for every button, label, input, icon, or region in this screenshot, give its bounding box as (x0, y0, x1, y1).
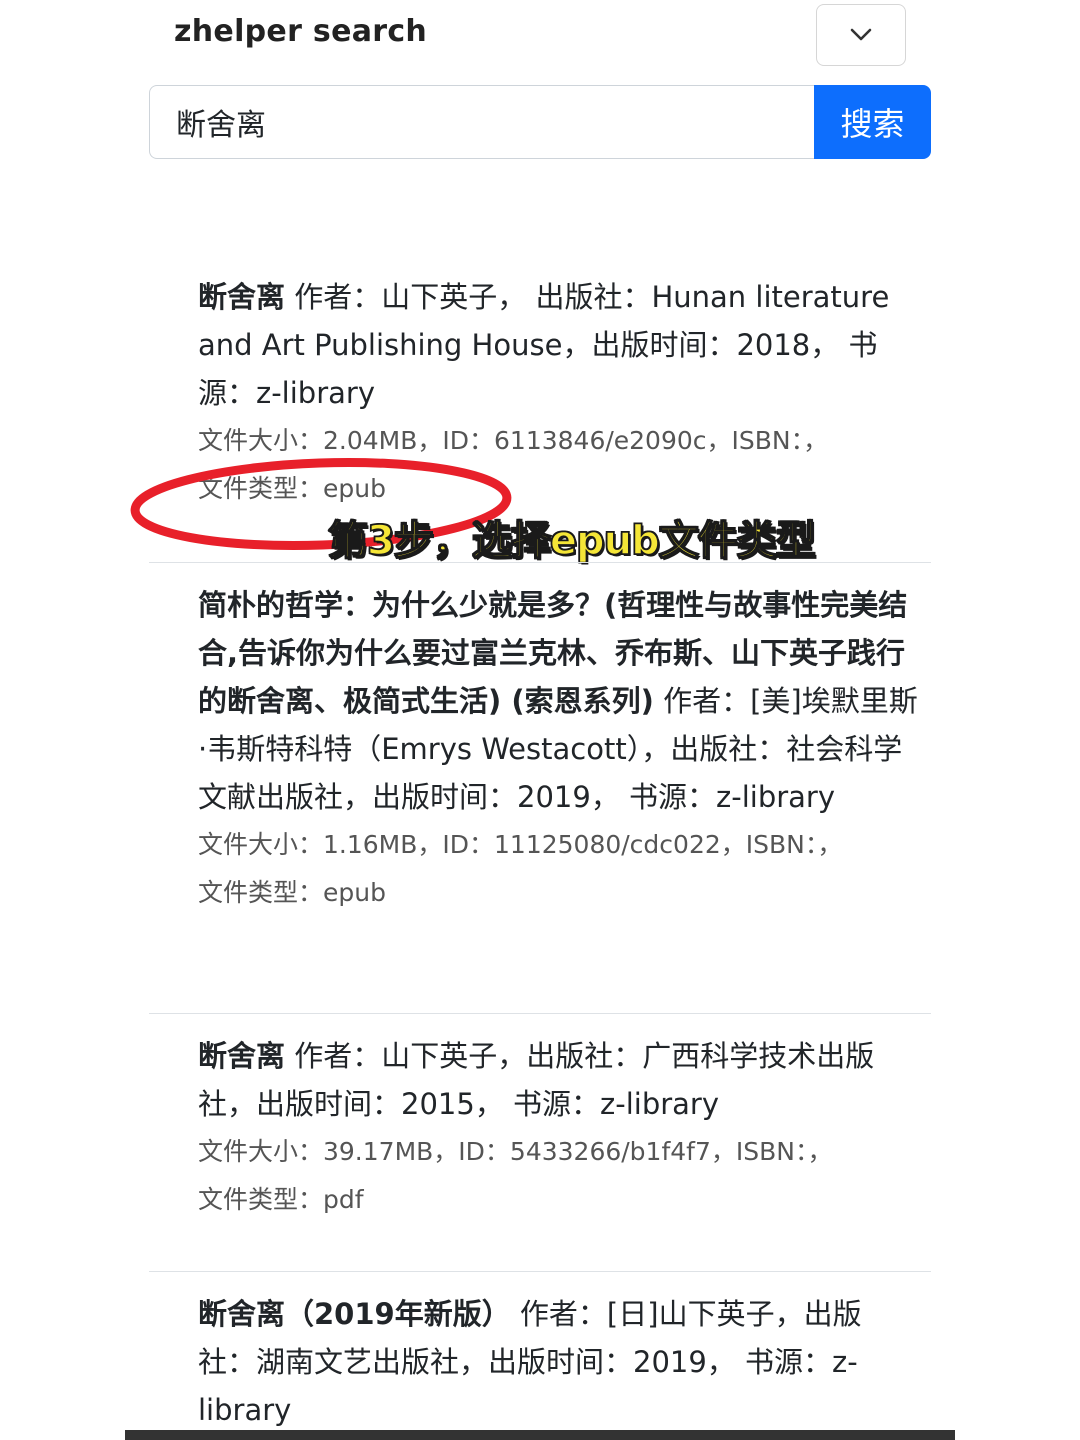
result-title[interactable]: 断舍离 作者：山下英子，出版社：广西科学技术出版社，出版时间：2015， 书源：… (198, 1032, 918, 1128)
annotation-caption: 第3步，选择epub文件类型 (327, 517, 816, 565)
search-button[interactable]: 搜索 (814, 85, 931, 159)
search-input[interactable] (149, 85, 814, 159)
result-title-bold: 断舍离（2019年新版） (198, 1297, 511, 1331)
result-title-details: 作者：山下英子， 出版社：Hunan literature and Art Pu… (198, 280, 890, 410)
result-file-info: 文件大小：2.04MB，ID：6113846/e2090c，ISBN：， (198, 426, 829, 455)
chevron-down-icon (850, 28, 872, 41)
result-file-type: 文件类型：epub (198, 474, 386, 503)
result-file-info: 文件大小：39.17MB，ID：5433266/b1f4f7，ISBN：， (198, 1137, 833, 1166)
result-item[interactable]: 简朴的哲学：为什么少就是多？(哲理性与故事性完美结合,告诉你为什么要过富兰克林、… (198, 581, 918, 917)
result-item[interactable]: 断舍离（2019年新版） 作者：[日]山下英子，出版社：湖南文艺出版社，出版时间… (198, 1290, 918, 1434)
result-title[interactable]: 断舍离（2019年新版） 作者：[日]山下英子，出版社：湖南文艺出版社，出版时间… (198, 1290, 918, 1434)
result-divider (149, 562, 931, 563)
result-title[interactable]: 简朴的哲学：为什么少就是多？(哲理性与故事性完美结合,告诉你为什么要过富兰克林、… (198, 581, 918, 821)
site-brand[interactable]: zhelper search (174, 14, 427, 49)
result-item[interactable]: 断舍离 作者：山下英子， 出版社：Hunan literature and Ar… (198, 273, 918, 513)
result-divider (149, 1271, 931, 1272)
result-title-bold: 断舍离 (198, 280, 286, 314)
result-title[interactable]: 断舍离 作者：山下英子， 出版社：Hunan literature and Ar… (198, 273, 918, 417)
search-form: 搜索 (149, 85, 931, 159)
result-divider (149, 1013, 931, 1014)
navbar-toggle-button[interactable] (816, 4, 906, 66)
result-title-details: 作者：山下英子，出版社：广西科学技术出版社，出版时间：2015， 书源：z-li… (198, 1039, 875, 1121)
result-item[interactable]: 断舍离 作者：山下英子，出版社：广西科学技术出版社，出版时间：2015， 书源：… (198, 1032, 918, 1224)
bottom-scroll-bar[interactable] (125, 1430, 955, 1440)
result-title-bold: 断舍离 (198, 1039, 286, 1073)
result-file-info: 文件大小：1.16MB，ID：11125080/cdc022，ISBN：， (198, 830, 843, 859)
result-file-type: 文件类型：pdf (198, 1185, 364, 1214)
result-file-type: 文件类型：epub (198, 878, 386, 907)
